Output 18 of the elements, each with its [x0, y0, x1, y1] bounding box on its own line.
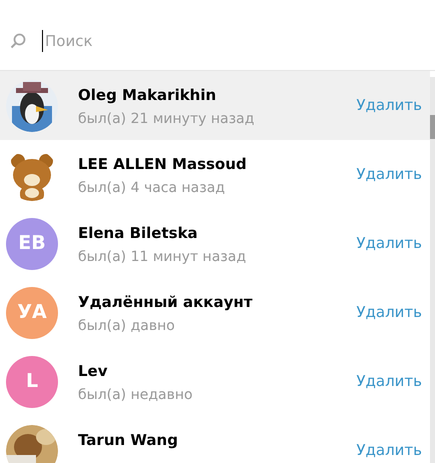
- contact-name: Удалённый аккаунт: [78, 292, 254, 313]
- scrollbar[interactable]: [430, 77, 435, 463]
- contact-row[interactable]: Oleg Makarikhin был(а) 21 минуту назад Удалить: [0, 71, 430, 140]
- last-seen-text: был(а) 11 минут назад: [78, 248, 247, 267]
- contact-name: Lev: [78, 361, 109, 382]
- last-seen-text: был(а) 4 часа назад: [78, 179, 226, 198]
- avatar: L: [6, 356, 58, 408]
- contact-name: Elena Biletska: [78, 223, 199, 244]
- last-seen-text: был(а) недавно: [78, 386, 194, 405]
- contact-name: Tarun Wang: [78, 430, 179, 451]
- search-icon: [10, 33, 26, 49]
- last-seen-text: был(а) 21 минуту назад: [78, 110, 256, 129]
- last-seen-text: был(а) давно: [78, 317, 176, 336]
- avatar: УА: [6, 286, 58, 338]
- avatar: EB: [6, 218, 58, 270]
- contact-name: Oleg Makarikhin: [78, 85, 218, 106]
- search-field[interactable]: Поиск: [42, 30, 342, 52]
- contact-name: LEE ALLEN Massoud: [78, 154, 248, 175]
